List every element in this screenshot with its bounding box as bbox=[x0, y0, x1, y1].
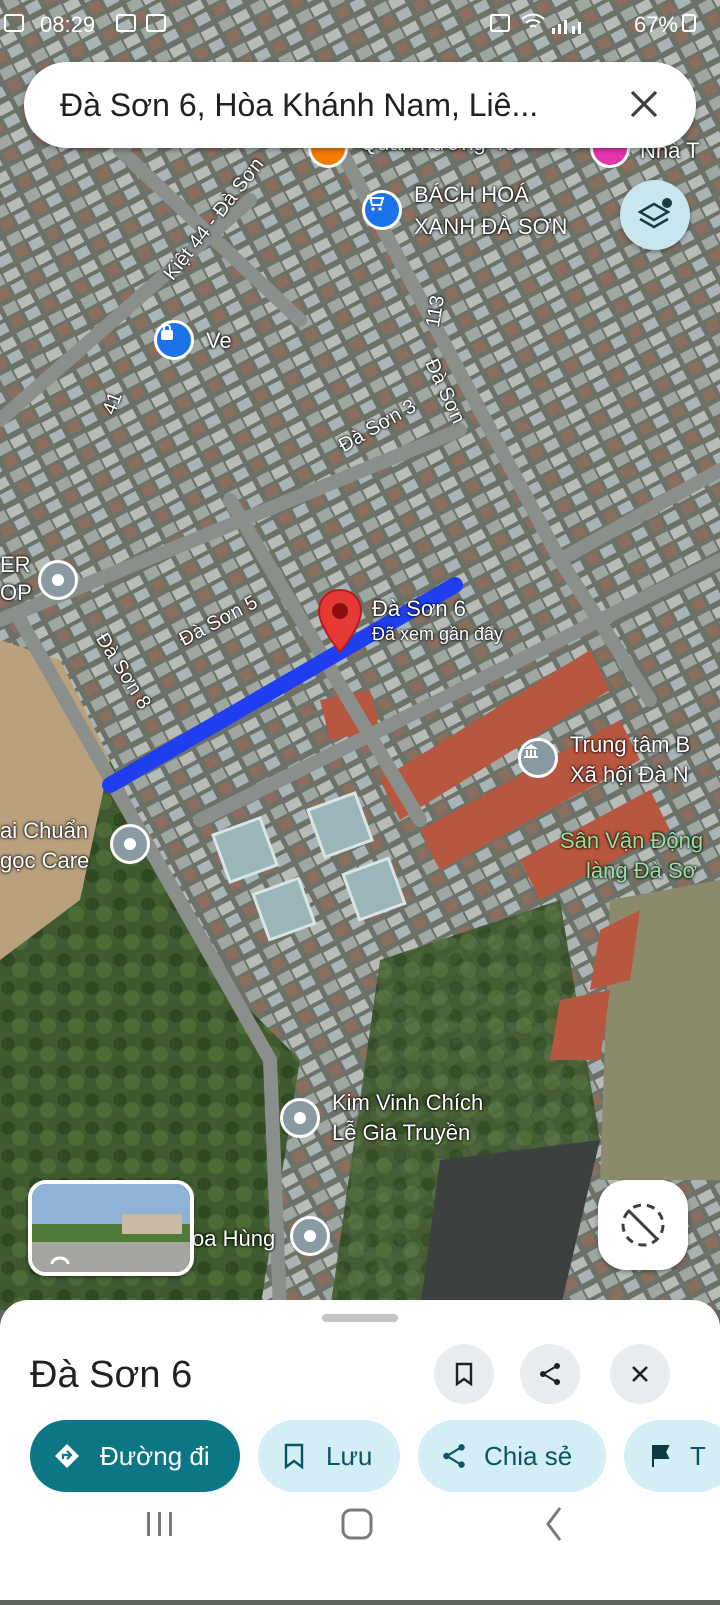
street-view-image bbox=[32, 1184, 190, 1272]
back-icon bbox=[546, 1507, 562, 1541]
close-icon[interactable] bbox=[622, 82, 666, 126]
share-icon bbox=[443, 1444, 465, 1468]
poi-label: làng Đà Sơ bbox=[586, 858, 698, 883]
location-disabled-icon bbox=[621, 1203, 665, 1247]
street-view-thumbnail[interactable] bbox=[28, 1180, 194, 1276]
search-bar[interactable]: Đà Sơn 6, Hòa Khánh Nam, Liê... bbox=[24, 62, 696, 148]
selected-place-subtitle: Đã xem gần đây bbox=[372, 624, 504, 644]
pin-icon[interactable] bbox=[290, 1216, 330, 1256]
selected-place-name: Đà Sơn 6 bbox=[372, 596, 466, 621]
notification-icon bbox=[4, 14, 24, 32]
bookmark-icon bbox=[455, 1362, 473, 1387]
directions-label: Đường đi bbox=[100, 1440, 210, 1471]
poi-label: ai Chuẩn bbox=[0, 818, 89, 843]
recent-apps-icon bbox=[147, 1512, 172, 1536]
save-label: Lưu bbox=[326, 1440, 373, 1471]
report-label: T bbox=[690, 1440, 706, 1471]
share-chip-button[interactable]: Chia sẻ bbox=[418, 1420, 606, 1492]
map-view[interactable]: Kiệt 44 - Đà Sơn 113 Đà Sơn Đà Sơn 3 41 … bbox=[0, 0, 720, 1310]
bookmark-icon bbox=[284, 1443, 304, 1470]
home-icon bbox=[341, 1508, 373, 1540]
bookmark-button[interactable] bbox=[434, 1344, 494, 1404]
poi-label: Kim Vinh Chích bbox=[332, 1090, 484, 1115]
poi-label: gọc Care bbox=[0, 848, 90, 873]
poi-label: Sân Vận Động bbox=[560, 828, 704, 853]
poi-label: Trung tâm B bbox=[570, 732, 691, 757]
status-time: 08:29 bbox=[40, 12, 96, 37]
pin-icon[interactable] bbox=[280, 1098, 320, 1138]
poi-label: OP bbox=[0, 580, 32, 605]
gallery-icon bbox=[116, 14, 136, 32]
drag-handle[interactable] bbox=[322, 1314, 398, 1322]
flag-icon bbox=[652, 1445, 670, 1467]
poi-label: ER bbox=[0, 552, 31, 577]
directions-button[interactable]: Đường đi bbox=[30, 1420, 240, 1492]
check-icon bbox=[146, 14, 166, 32]
save-button[interactable]: Lưu bbox=[258, 1420, 400, 1492]
layers-icon bbox=[637, 198, 672, 229]
poi-label: Lễ Gia Truyền bbox=[332, 1120, 471, 1145]
close-icon bbox=[632, 1366, 648, 1382]
search-query[interactable]: Đà Sơn 6, Hòa Khánh Nam, Liê... bbox=[60, 87, 600, 124]
government-icon[interactable] bbox=[518, 738, 558, 778]
share-label: Chia sẻ bbox=[484, 1440, 573, 1471]
pin-icon[interactable] bbox=[38, 560, 78, 600]
pin-icon[interactable] bbox=[110, 824, 150, 864]
battery-icon bbox=[682, 14, 696, 32]
directions-icon bbox=[55, 1444, 79, 1468]
share-icon bbox=[540, 1363, 560, 1385]
alarm-icon bbox=[490, 14, 510, 32]
signal-icon bbox=[550, 14, 590, 40]
report-button[interactable]: T bbox=[624, 1420, 720, 1492]
status-bar: 08:29 67% bbox=[0, 0, 720, 52]
selected-place-pin[interactable] bbox=[316, 588, 364, 654]
poi-label: oa Hùng bbox=[192, 1226, 276, 1251]
close-sheet-button[interactable] bbox=[610, 1344, 670, 1404]
layers-button[interactable] bbox=[620, 180, 690, 250]
wifi-icon bbox=[520, 12, 546, 38]
share-button[interactable] bbox=[520, 1344, 580, 1404]
battery-level: 67% bbox=[633, 12, 678, 37]
shopping-cart-icon[interactable] bbox=[362, 190, 402, 230]
place-title: Đà Sơn 6 bbox=[30, 1354, 193, 1396]
system-navigation-bar bbox=[0, 1500, 720, 1600]
location-off-button[interactable] bbox=[598, 1180, 688, 1270]
poi-label: Ve bbox=[206, 328, 232, 353]
poi-label: XANH ĐÀ SƠN bbox=[414, 214, 568, 239]
poi-label: Xã hội Đà N bbox=[570, 762, 689, 787]
shopping-bag-icon[interactable] bbox=[154, 320, 194, 360]
poi-label: BÁCH HOÁ bbox=[414, 182, 529, 207]
